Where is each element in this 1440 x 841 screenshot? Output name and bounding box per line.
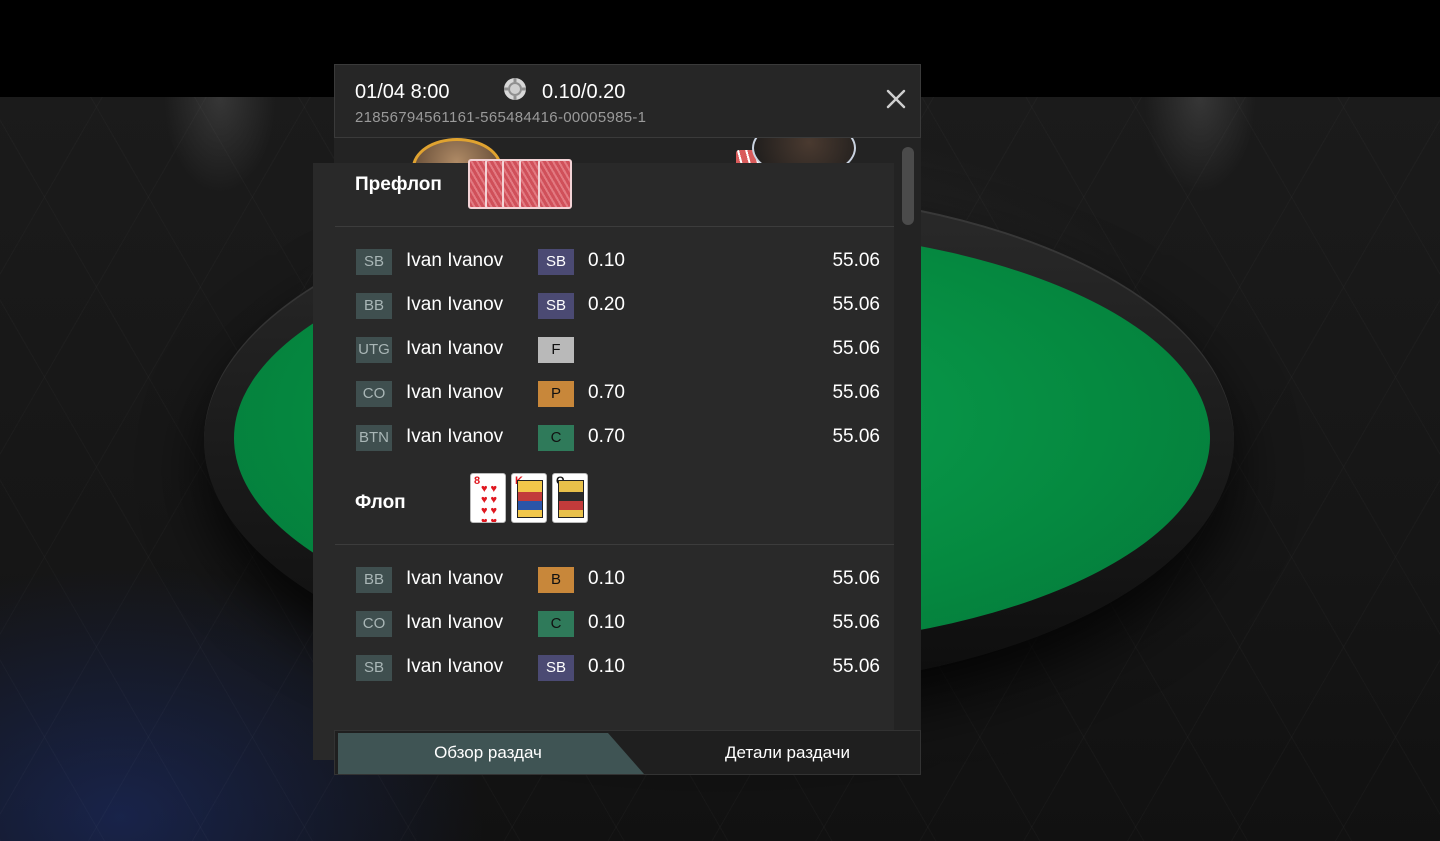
hearts-icon: ♥ ♥ ♥ ♥ ♥ ♥ ♥ ♥	[480, 483, 498, 523]
player-stack: 55.06	[832, 338, 880, 359]
ceiling-light	[140, 97, 300, 297]
player-stack: 55.06	[832, 382, 880, 403]
street-label: Флоп	[355, 492, 406, 513]
action-row: BTN Ivan Ivanov C 0.70 55.06	[313, 425, 894, 453]
action-badge: B	[538, 567, 574, 593]
player-name: Ivan Ivanov	[406, 382, 504, 403]
action-row: SB Ivan Ivanov SB 0.10 55.06	[313, 249, 894, 277]
street-label: Префлоп	[355, 174, 442, 195]
player-name: Ivan Ivanov	[406, 568, 504, 589]
action-amount: 0.10	[588, 250, 625, 271]
position-badge: CO	[356, 381, 392, 407]
player-name: Ivan Ivanov	[406, 250, 504, 271]
action-row: SB Ivan Ivanov SB 0.10 55.06	[313, 655, 894, 683]
seat-avatars-strip	[334, 138, 921, 164]
player-stack: 55.06	[832, 250, 880, 271]
card-back	[538, 159, 572, 209]
position-badge: SB	[356, 249, 392, 275]
hand-id: 21856794561161-565484416-00005985-1	[355, 109, 647, 126]
hand-date: 01/04 8:00	[355, 81, 450, 103]
tab-label: Детали раздачи	[724, 743, 851, 762]
player-name: Ivan Ivanov	[406, 656, 504, 677]
action-badge: SB	[538, 293, 574, 319]
player-stack: 55.06	[832, 612, 880, 633]
hand-history-header: 01/04 8:00 0.10/0.20 21856794561161-5654…	[334, 64, 921, 138]
action-badge: C	[538, 611, 574, 637]
action-row: CO Ivan Ivanov C 0.10 55.06	[313, 611, 894, 639]
player-name: Ivan Ivanov	[406, 294, 504, 315]
action-badge: F	[538, 337, 574, 363]
tab-label: Обзор раздач	[434, 743, 542, 762]
action-badge: C	[538, 425, 574, 451]
player-avatar	[752, 138, 856, 164]
scrollbar-thumb[interactable]	[902, 147, 914, 225]
action-amount: 0.70	[588, 382, 625, 403]
action-amount: 0.10	[588, 612, 625, 633]
position-badge: BB	[356, 567, 392, 593]
table-stakes: 0.10/0.20	[542, 81, 626, 103]
position-badge: UTG	[356, 337, 392, 363]
action-row: UTG Ivan Ivanov F 55.06	[313, 337, 894, 365]
action-amount: 0.10	[588, 568, 625, 589]
position-badge: BTN	[356, 425, 392, 451]
card-queen-of-spades: Q	[552, 473, 588, 523]
action-badge: SB	[538, 249, 574, 275]
tab-hand-details[interactable]: Детали раздачи	[645, 733, 915, 774]
action-row: BB Ivan Ivanov B 0.10 55.06	[313, 567, 894, 595]
player-name: Ivan Ivanov	[406, 612, 504, 633]
close-icon[interactable]	[884, 87, 908, 111]
action-row: BB Ivan Ivanov SB 0.20 55.06	[313, 293, 894, 321]
hand-actions-panel: Префлоп SB Ivan Ivanov SB 0.10 55.06 BB …	[313, 159, 894, 760]
card-king-of-diamonds: K	[511, 473, 547, 523]
position-badge: CO	[356, 611, 392, 637]
king-face-icon	[517, 480, 543, 518]
action-row: CO Ivan Ivanov P 0.70 55.06	[313, 381, 894, 409]
divider	[335, 544, 894, 545]
poker-chip-icon	[504, 78, 526, 100]
card-eight-of-hearts: 8 ♥ ♥ ♥ ♥ ♥ ♥ ♥ ♥	[470, 473, 506, 523]
player-stack: 55.06	[832, 426, 880, 447]
player-name: Ivan Ivanov	[406, 426, 504, 447]
player-stack: 55.06	[832, 656, 880, 677]
player-stack: 55.06	[832, 294, 880, 315]
player-stack: 55.06	[832, 568, 880, 589]
position-badge: SB	[356, 655, 392, 681]
player-name: Ivan Ivanov	[406, 338, 504, 359]
action-badge: P	[538, 381, 574, 407]
ceiling-light	[1120, 97, 1280, 297]
action-amount: 0.10	[588, 656, 625, 677]
scrollbar-track[interactable]	[894, 138, 921, 730]
divider	[335, 226, 894, 227]
action-amount: 0.70	[588, 426, 625, 447]
position-badge: BB	[356, 293, 392, 319]
bottom-tabs: Обзор раздач Детали раздачи	[334, 730, 921, 775]
action-amount: 0.20	[588, 294, 625, 315]
queen-face-icon	[558, 480, 584, 518]
action-badge: SB	[538, 655, 574, 681]
tab-hands-overview[interactable]: Обзор раздач	[338, 733, 644, 774]
